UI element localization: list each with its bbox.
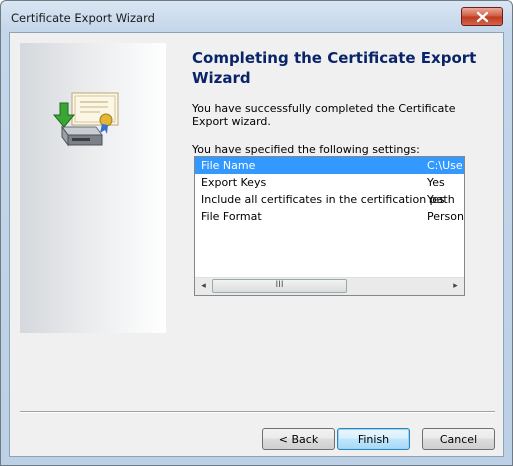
settings-list[interactable]: File Name C:\Use Export Keys Yes Include… xyxy=(194,156,465,296)
grip-icon: III xyxy=(275,280,284,290)
list-item[interactable]: Export Keys Yes xyxy=(195,174,464,191)
list-item[interactable]: Include all certificates in the certific… xyxy=(195,191,464,208)
scrollbar-thumb[interactable]: III xyxy=(212,279,347,293)
setting-value: C:\Use xyxy=(427,159,463,172)
setting-name: Export Keys xyxy=(201,176,267,189)
certificate-export-icon xyxy=(52,92,119,147)
list-item[interactable]: File Name C:\Use xyxy=(195,157,464,174)
setting-name: File Format xyxy=(201,210,262,223)
horizontal-scrollbar[interactable]: ◂ III ▸ xyxy=(195,277,464,295)
scroll-right-arrow-icon[interactable]: ▸ xyxy=(447,278,464,295)
wizard-side-panel xyxy=(20,43,166,333)
wizard-content: Completing the Certificate Export Wizard… xyxy=(9,32,504,457)
close-button[interactable] xyxy=(461,7,503,26)
title-bar[interactable]: Certificate Export Wizard xyxy=(1,1,512,33)
setting-value: Yes xyxy=(427,193,445,206)
setting-name: File Name xyxy=(201,159,256,172)
completion-message: You have successfully completed the Cert… xyxy=(192,102,456,128)
close-icon xyxy=(476,11,489,23)
window-title: Certificate Export Wizard xyxy=(11,11,155,25)
finish-button[interactable]: Finish xyxy=(337,428,410,450)
scroll-left-arrow-icon[interactable]: ◂ xyxy=(195,278,212,295)
page-title: Completing the Certificate Export Wizard xyxy=(192,49,477,87)
setting-name: Include all certificates in the certific… xyxy=(201,193,455,206)
settings-label: You have specified the following setting… xyxy=(192,143,420,156)
list-item[interactable]: File Format Persona xyxy=(195,208,464,225)
wizard-window: Certificate Export Wizard Completing the… xyxy=(0,0,513,466)
divider xyxy=(20,411,495,413)
setting-value: Yes xyxy=(427,176,445,189)
back-button[interactable]: < Back xyxy=(262,428,335,450)
cancel-button[interactable]: Cancel xyxy=(422,428,495,450)
setting-value: Persona xyxy=(427,210,464,223)
